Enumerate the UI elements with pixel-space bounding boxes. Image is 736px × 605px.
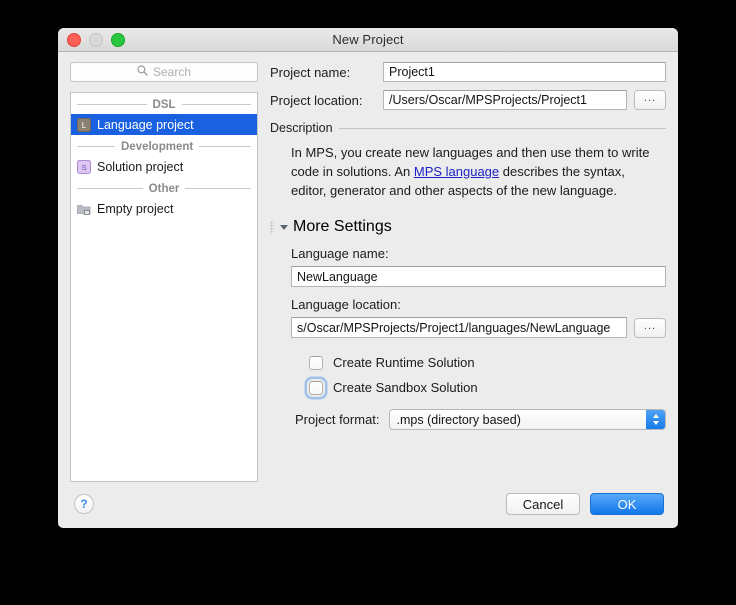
project-location-label: Project location:	[270, 92, 363, 108]
language-location-row: s/Oscar/MPSProjects/Project1/languages/N…	[291, 317, 666, 338]
new-project-dialog: New Project Search DSL L Language projec…	[58, 28, 678, 528]
solution-project-icon: S	[77, 159, 91, 174]
divider-line	[181, 104, 251, 105]
language-name-field: Language name: NewLanguage	[291, 246, 666, 287]
cancel-button[interactable]: Cancel	[506, 493, 580, 515]
more-settings-heading: More Settings	[293, 218, 392, 235]
search-input[interactable]: Search	[70, 62, 258, 82]
list-item-label: Empty project	[97, 201, 174, 216]
description-heading: Description	[270, 121, 333, 135]
project-name-row: Project name: Project1	[270, 62, 666, 82]
create-runtime-solution-label: Create Runtime Solution	[333, 355, 475, 370]
chevron-down-icon[interactable]	[280, 224, 288, 230]
project-name-input[interactable]: Project1	[383, 62, 666, 82]
create-runtime-solution-row[interactable]: Create Runtime Solution	[307, 350, 666, 375]
project-name-label: Project name:	[270, 64, 351, 80]
more-settings-header[interactable]: More Settings	[270, 218, 666, 236]
ok-button[interactable]: OK	[590, 493, 664, 515]
chevron-down-icon	[652, 421, 659, 425]
create-sandbox-solution-label: Create Sandbox Solution	[333, 380, 478, 395]
divider-line	[199, 146, 251, 147]
list-item-solution-project[interactable]: S Solution project	[71, 156, 257, 177]
folder-icon	[77, 202, 91, 216]
svg-text:S: S	[81, 163, 86, 172]
description-text: In MPS, you create new languages and the…	[291, 143, 663, 200]
create-runtime-solution-checkbox[interactable]	[309, 355, 323, 370]
language-name-input[interactable]: NewLanguage	[291, 266, 666, 287]
project-location-input[interactable]: /Users/Oscar/MPSProjects/Project1	[383, 90, 627, 110]
divider-line	[185, 188, 252, 189]
group-header-other: Other	[71, 179, 257, 198]
search-icon	[137, 63, 148, 81]
divider-line	[77, 146, 115, 147]
language-project-icon: L	[77, 117, 91, 132]
project-location-row: Project location: /Users/Oscar/MPSProjec…	[270, 90, 666, 110]
list-item-language-project[interactable]: L Language project	[71, 114, 257, 135]
search-placeholder: Search	[152, 65, 192, 79]
svg-text:L: L	[82, 121, 87, 130]
project-format-row: Project format: .mps (directory based)	[295, 409, 666, 430]
create-sandbox-solution-checkbox[interactable]	[309, 380, 323, 395]
window-title: New Project	[332, 32, 404, 47]
stepper-arrows-icon[interactable]	[646, 410, 665, 429]
create-sandbox-solution-row[interactable]: Create Sandbox Solution	[307, 375, 666, 400]
dialog-footer: ? Cancel OK	[58, 482, 678, 528]
language-name-row: NewLanguage	[291, 266, 666, 287]
project-format-label: Project format:	[295, 412, 380, 427]
group-label-other: Other	[148, 182, 180, 195]
dialog-content: Search DSL L Language project Developmen…	[58, 52, 678, 482]
close-button[interactable]	[67, 32, 81, 47]
divider-line	[77, 104, 147, 105]
list-item-label: Language project	[97, 117, 194, 132]
minimize-button[interactable]	[89, 32, 103, 47]
window-controls	[67, 32, 125, 47]
description-header: Description	[270, 121, 666, 135]
mps-language-link[interactable]: MPS language	[414, 164, 499, 179]
group-header-dsl: DSL	[71, 95, 257, 114]
divider-line	[77, 188, 143, 189]
list-item-empty-project[interactable]: Empty project	[71, 198, 257, 219]
project-format-value: .mps (directory based)	[396, 412, 521, 427]
titlebar: New Project	[58, 28, 678, 52]
language-location-browse-button[interactable]: ...	[634, 317, 666, 338]
project-type-list[interactable]: DSL L Language project Development S Sol…	[70, 92, 258, 482]
main-panel: Project name: Project1 Project location:…	[258, 62, 666, 482]
chevron-up-icon	[652, 414, 659, 418]
language-location-input[interactable]: s/Oscar/MPSProjects/Project1/languages/N…	[291, 317, 627, 338]
list-item-label: Solution project	[97, 159, 184, 174]
language-location-label: Language location:	[291, 297, 401, 312]
language-name-label: Language name:	[291, 246, 389, 261]
sidebar: Search DSL L Language project Developmen…	[70, 62, 258, 482]
language-location-field: Language location: s/Oscar/MPSProjects/P…	[291, 297, 666, 338]
group-label-development: Development	[121, 140, 194, 153]
zoom-button[interactable]	[111, 32, 125, 47]
project-location-browse-button[interactable]: ...	[634, 90, 666, 110]
drag-grip-icon[interactable]	[270, 220, 274, 234]
divider-line	[338, 127, 666, 129]
group-header-development: Development	[71, 137, 257, 156]
help-button[interactable]: ?	[74, 494, 94, 514]
project-format-select[interactable]: .mps (directory based)	[388, 409, 666, 430]
create-runtime-solution-checkbox-wrap[interactable]	[307, 354, 325, 372]
create-sandbox-solution-checkbox-wrap[interactable]	[307, 379, 325, 397]
group-label-dsl: DSL	[152, 98, 176, 111]
